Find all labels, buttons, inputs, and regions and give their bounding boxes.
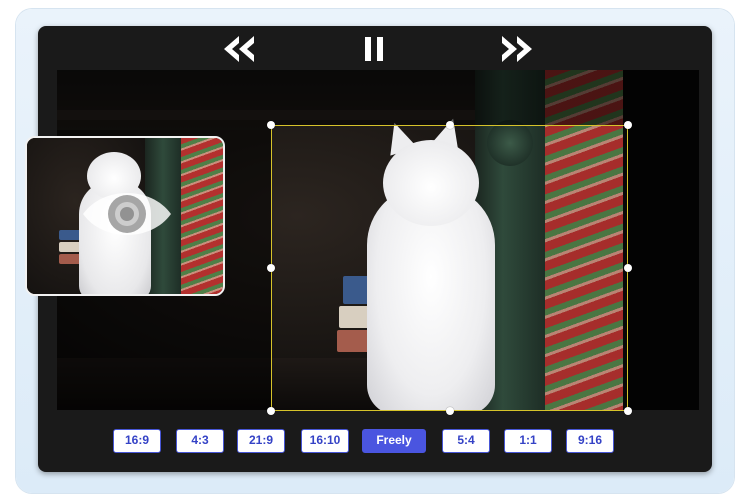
crop-handle-bottom-right[interactable] [624,407,632,415]
crop-handle-right[interactable] [624,264,632,272]
ratio-9-16-button[interactable]: 9:16 [566,429,614,453]
fast-forward-icon[interactable] [500,34,534,64]
crop-handle-top[interactable] [446,121,454,129]
preview-thumbnail[interactable] [25,136,225,296]
pause-icon[interactable] [357,34,391,64]
aspect-ratio-bar: 16:9 4:3 21:9 16:10 Freely 5:4 1:1 9:16 [38,424,712,460]
crop-handle-top-right[interactable] [624,121,632,129]
crop-box[interactable] [271,125,628,411]
ratio-16-10-button[interactable]: 16:10 [301,429,349,453]
ratio-21-9-button[interactable]: 21:9 [237,429,285,453]
crop-mask-top [57,70,699,125]
ratio-4-3-button[interactable]: 4:3 [176,429,224,453]
rewind-icon[interactable] [222,34,256,64]
ratio-1-1-button[interactable]: 1:1 [504,429,552,453]
crop-handle-bottom[interactable] [446,407,454,415]
crop-handle-left[interactable] [267,264,275,272]
playback-controls [38,26,712,70]
crop-mask-right [628,125,699,410]
eye-icon[interactable] [79,182,175,246]
ratio-5-4-button[interactable]: 5:4 [442,429,490,453]
ratio-freely-button[interactable]: Freely [362,429,426,453]
crop-handle-top-left[interactable] [267,121,275,129]
crop-handle-bottom-left[interactable] [267,407,275,415]
ratio-16-9-button[interactable]: 16:9 [113,429,161,453]
